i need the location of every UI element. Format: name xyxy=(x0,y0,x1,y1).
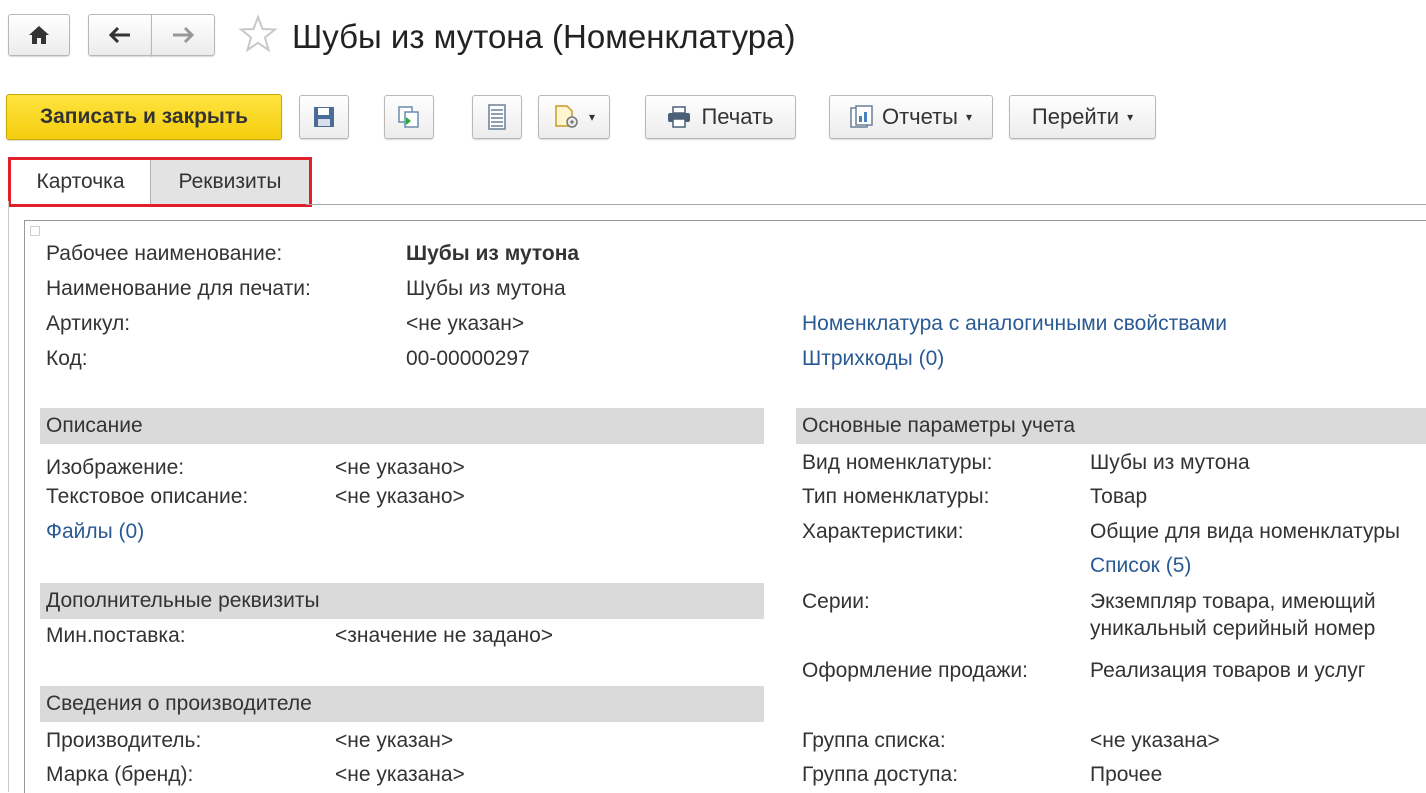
characteristics-list-link[interactable]: Список (5) xyxy=(1090,554,1191,578)
kind-value[interactable]: Шубы из мутона xyxy=(1090,451,1250,475)
post-document-button[interactable] xyxy=(384,95,434,139)
kind-label: Вид номенклатуры: xyxy=(802,451,993,474)
floppy-disk-icon xyxy=(314,107,334,127)
panel-corner-marker xyxy=(30,226,40,236)
forward-button[interactable] xyxy=(151,14,215,56)
manufacturer-value[interactable]: <не указан> xyxy=(335,729,453,753)
create-based-on-button[interactable]: ▾ xyxy=(538,95,610,139)
description-section-header: Описание xyxy=(40,408,764,444)
report-icon xyxy=(850,105,873,128)
home-icon xyxy=(29,26,49,44)
tabs-highlight: Карточка Реквизиты xyxy=(8,157,312,207)
characteristics-value[interactable]: Общие для вида номенклатуры xyxy=(1090,520,1400,544)
copy-green-icon xyxy=(398,106,419,128)
series-label: Серии: xyxy=(802,590,870,613)
document-gear-icon xyxy=(555,105,578,128)
article-value[interactable]: <не указан> xyxy=(406,312,524,336)
tab-requisites[interactable]: Реквизиты xyxy=(151,160,309,204)
series-value-line2[interactable]: уникальный серийный номер xyxy=(1090,617,1375,641)
print-name-value[interactable]: Шубы из мутона xyxy=(406,277,566,301)
left-border xyxy=(8,201,9,792)
chevron-down-icon: ▾ xyxy=(966,110,973,124)
files-link[interactable]: Файлы (0) xyxy=(46,520,144,544)
home-button[interactable] xyxy=(8,14,70,56)
page-title: Шубы из мутона (Номенклатура) xyxy=(292,18,796,55)
reports-button[interactable]: Отчеты ▾ xyxy=(829,95,993,139)
similar-nomenclature-link[interactable]: Номенклатура с аналогичными свойствами xyxy=(802,312,1227,336)
chevron-down-icon: ▾ xyxy=(1127,110,1134,124)
characteristics-label: Характеристики: xyxy=(802,520,964,543)
article-label: Артикул: xyxy=(46,312,131,335)
print-name-label: Наименование для печати: xyxy=(46,277,311,300)
sale-registration-value[interactable]: Реализация товаров и услуг xyxy=(1090,659,1365,683)
tabs-baseline xyxy=(306,204,1426,205)
list-group-value[interactable]: <не указана> xyxy=(1090,729,1220,753)
text-description-label: Текстовое описание: xyxy=(46,485,249,508)
tab-card[interactable]: Карточка xyxy=(11,160,151,204)
manufacturer-section-header: Сведения о производителе xyxy=(40,686,764,722)
list-group-label: Группа списка: xyxy=(802,729,946,752)
type-value[interactable]: Товар xyxy=(1090,485,1147,509)
goto-button[interactable]: Перейти ▾ xyxy=(1009,95,1156,139)
work-name-value[interactable]: Шубы из мутона xyxy=(406,242,579,266)
save-close-button[interactable]: Записать и закрыть xyxy=(6,94,282,140)
code-label: Код: xyxy=(46,347,88,370)
print-button[interactable]: Печать xyxy=(645,95,796,139)
text-description-value[interactable]: <не указано> xyxy=(335,485,465,509)
printer-icon xyxy=(668,106,691,128)
chevron-down-icon: ▾ xyxy=(588,110,596,124)
min-supply-label: Мин.поставка: xyxy=(46,624,186,647)
code-value[interactable]: 00-00000297 xyxy=(406,347,530,371)
list-button[interactable] xyxy=(472,95,522,139)
goto-label: Перейти xyxy=(1031,104,1120,129)
min-supply-value[interactable]: <значение не задано> xyxy=(335,624,553,648)
series-value-line1[interactable]: Экземпляр товара, имеющий xyxy=(1090,590,1376,614)
brand-label: Марка (бренд): xyxy=(46,763,194,786)
additional-section-header: Дополнительные реквизиты xyxy=(40,583,764,619)
manufacturer-label: Производитель: xyxy=(46,729,202,752)
type-label: Тип номенклатуры: xyxy=(802,485,990,508)
arrow-left-icon xyxy=(109,27,130,43)
favorite-star-icon[interactable] xyxy=(238,14,278,59)
back-button[interactable] xyxy=(88,14,152,56)
print-label: Печать xyxy=(701,104,774,129)
image-value[interactable]: <не указано> xyxy=(335,456,465,480)
work-name-label: Рабочее наименование: xyxy=(46,242,283,265)
reports-label: Отчеты xyxy=(881,104,958,129)
image-label: Изображение: xyxy=(46,456,185,479)
barcodes-link[interactable]: Штрихкоды (0) xyxy=(802,347,944,371)
accounting-section-header: Основные параметры учета xyxy=(796,408,1426,444)
access-group-label: Группа доступа: xyxy=(802,763,959,786)
save-button[interactable] xyxy=(299,95,349,139)
arrow-right-icon xyxy=(173,27,194,43)
brand-value[interactable]: <не указана> xyxy=(335,763,465,787)
list-icon xyxy=(488,104,506,130)
sale-registration-label: Оформление продажи: xyxy=(802,659,1028,682)
access-group-value[interactable]: Прочее xyxy=(1090,763,1162,787)
